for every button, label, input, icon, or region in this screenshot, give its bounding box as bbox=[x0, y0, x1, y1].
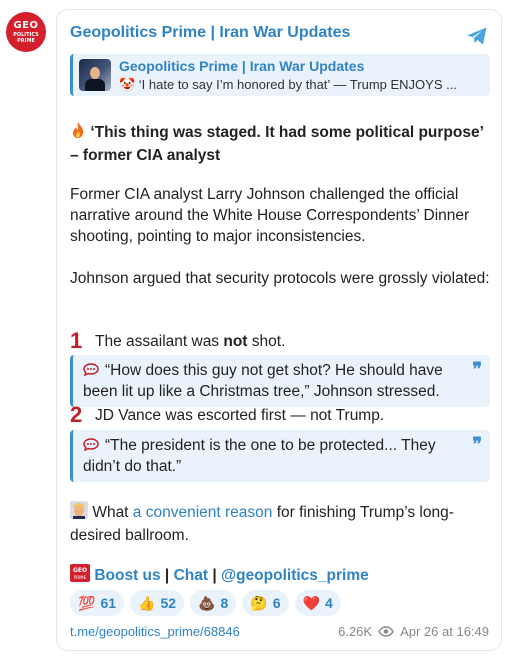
post-link[interactable]: t.me/geopolitics_prime/68846 bbox=[70, 624, 240, 639]
speech-bubble-icon bbox=[83, 438, 99, 451]
quote-2: “The president is the one to be protecte… bbox=[70, 430, 490, 482]
separator-1: | bbox=[160, 567, 174, 584]
headline-text: ‘This thing was staged. It had some poli… bbox=[70, 124, 484, 164]
reaction-count: 8 bbox=[220, 595, 229, 611]
fire-icon bbox=[70, 121, 86, 145]
reaction-hundred[interactable]: 💯 61 bbox=[70, 590, 125, 616]
reaction-count: 4 bbox=[324, 595, 333, 611]
avatar-line3: PRIME bbox=[17, 37, 35, 44]
links-row: GEO PRIME Boost us | Chat | @geopolitics_… bbox=[70, 564, 490, 588]
number-2-icon: 2 bbox=[70, 402, 83, 427]
quote-1: “How does this guy not get shot? He shou… bbox=[70, 355, 490, 407]
avatar-line2: POLITICS bbox=[13, 31, 39, 38]
geo-logo-icon: GEO PRIME bbox=[70, 564, 90, 588]
eye-icon bbox=[378, 626, 394, 637]
closing-pre: What bbox=[92, 504, 133, 521]
message-card: Geopolitics Prime | Iran War Updates Geo… bbox=[56, 9, 502, 651]
reply-text: 🤡 ‘I hate to say I’m honored by that’ — … bbox=[119, 77, 457, 92]
speech-bubble-icon bbox=[83, 363, 99, 376]
handle-link[interactable]: @geopolitics_prime bbox=[221, 567, 369, 584]
telegram-share-icon[interactable] bbox=[465, 24, 489, 48]
svg-text:GEO: GEO bbox=[73, 567, 87, 574]
channel-avatar[interactable]: GEO POLITICS PRIME bbox=[6, 12, 46, 52]
paragraph-2: Johnson argued that security protocols w… bbox=[70, 270, 490, 287]
avatar-line1: GEO bbox=[13, 19, 39, 31]
quote-1-text: “How does this guy not get shot? He shou… bbox=[83, 362, 443, 400]
convenient-reason-link[interactable]: a convenient reason bbox=[133, 504, 273, 521]
hundred-icon: 💯 bbox=[78, 594, 96, 611]
boost-link[interactable]: Boost us bbox=[94, 567, 160, 584]
reaction-thumbs-up[interactable]: 👍 52 bbox=[130, 590, 185, 616]
point-1-bold: not bbox=[223, 333, 248, 350]
quote-mark-icon: ❞ bbox=[472, 359, 482, 379]
reaction-poop[interactable]: 💩 8 bbox=[190, 590, 237, 616]
point-1: The assailant was not shot. bbox=[95, 331, 490, 352]
reaction-count: 52 bbox=[160, 595, 177, 611]
post-time: Apr 26 at 16:49 bbox=[400, 624, 489, 639]
thinking-icon: 🤔 bbox=[250, 594, 268, 611]
svg-text:PRIME: PRIME bbox=[74, 575, 87, 580]
number-1-icon: 1 bbox=[70, 328, 83, 353]
reaction-count: 61 bbox=[100, 595, 117, 611]
chat-link[interactable]: Chat bbox=[174, 567, 208, 584]
heart-icon: ❤️ bbox=[302, 594, 320, 611]
point-1-pre: The assailant was bbox=[95, 333, 224, 350]
point-2: JD Vance was escorted first — not Trump. bbox=[95, 407, 385, 424]
reaction-count: 6 bbox=[272, 595, 281, 611]
separator-2: | bbox=[208, 567, 221, 584]
reaction-thinking[interactable]: 🤔 6 bbox=[242, 590, 289, 616]
view-count: 6.26K bbox=[338, 624, 373, 639]
channel-name[interactable]: Geopolitics Prime | Iran War Updates bbox=[70, 24, 350, 42]
trump-face-icon bbox=[70, 501, 88, 525]
reply-preview[interactable]: Geopolitics Prime | Iran War Updates 🤡 ‘… bbox=[70, 54, 490, 96]
post-meta: 6.26K Apr 26 at 16:49 bbox=[338, 624, 489, 639]
reactions-bar: 💯 61 👍 52 💩 8 🤔 6 ❤️ 4 bbox=[70, 590, 341, 620]
reply-channel-name: Geopolitics Prime | Iran War Updates bbox=[119, 58, 365, 74]
post-headline: ‘This thing was staged. It had some poli… bbox=[70, 121, 490, 166]
paragraph-1: Former CIA analyst Larry Johnson challen… bbox=[70, 186, 470, 245]
thumbs-up-icon: 👍 bbox=[138, 594, 156, 611]
closing-line: What a convenient reason for finishing T… bbox=[70, 501, 490, 546]
reaction-heart[interactable]: ❤️ 4 bbox=[294, 590, 341, 616]
quote-mark-icon: ❞ bbox=[472, 434, 482, 454]
point-1-post: shot. bbox=[247, 333, 286, 350]
poop-icon: 💩 bbox=[198, 594, 216, 611]
reply-thumbnail bbox=[79, 59, 111, 91]
quote-2-text: “The president is the one to be protecte… bbox=[83, 437, 436, 475]
